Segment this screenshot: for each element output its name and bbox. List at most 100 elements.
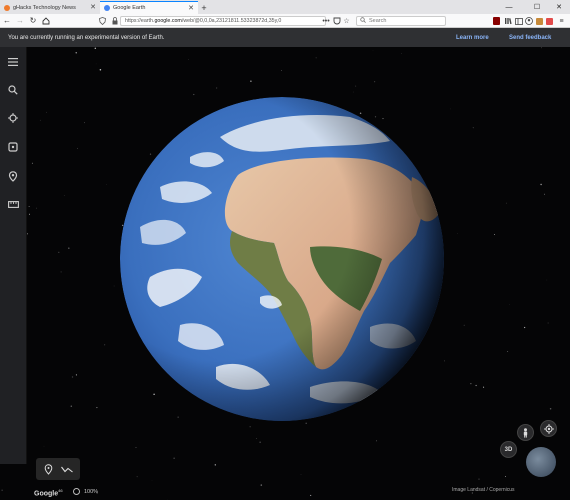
star	[374, 116, 377, 118]
star	[475, 384, 477, 387]
back-arrow-icon[interactable]: ←	[1, 15, 13, 27]
compass-globe-icon[interactable]	[526, 447, 556, 477]
account-icon[interactable]	[524, 16, 533, 26]
star	[523, 326, 526, 329]
close-window-button[interactable]: ✕	[548, 0, 570, 14]
star	[77, 147, 78, 149]
star	[359, 112, 362, 115]
tab-bar: gHacks Technology News ✕ Google Earth ✕ …	[0, 0, 570, 14]
hamburger-menu-icon[interactable]: ≡	[557, 16, 566, 26]
location-pin-icon[interactable]	[42, 463, 54, 475]
star	[315, 57, 317, 59]
bookmark-star-icon[interactable]: ☆	[342, 16, 351, 26]
star	[75, 374, 77, 376]
star	[135, 447, 137, 448]
star	[31, 162, 33, 164]
forward-arrow-icon[interactable]: →	[14, 15, 26, 27]
search-placeholder: Search	[369, 18, 387, 24]
star	[96, 407, 98, 409]
star	[249, 426, 251, 428]
star	[63, 195, 65, 196]
star	[300, 473, 302, 475]
star	[95, 63, 97, 65]
library-icon[interactable]	[503, 16, 512, 26]
left-toolbar	[0, 47, 27, 464]
ghacks-favicon-icon	[4, 4, 10, 11]
star	[75, 52, 77, 54]
star	[457, 233, 458, 234]
star	[71, 376, 74, 378]
star	[70, 405, 73, 408]
search-input[interactable]: Search	[356, 16, 446, 26]
star	[507, 350, 509, 352]
star	[46, 111, 47, 113]
send-feedback-link[interactable]: Send feedback	[509, 35, 551, 41]
star	[281, 70, 282, 71]
new-tab-button[interactable]: +	[198, 1, 210, 14]
search-icon	[360, 17, 366, 25]
maximize-button[interactable]: ☐	[526, 0, 548, 14]
star	[505, 475, 506, 477]
google-logo-text: Google	[34, 490, 59, 498]
voyager-icon[interactable]	[5, 110, 21, 126]
star	[136, 476, 138, 478]
star	[541, 47, 542, 49]
container-extension-icon[interactable]	[535, 16, 544, 26]
star	[259, 441, 261, 443]
star	[547, 322, 549, 324]
star	[444, 360, 445, 362]
star	[549, 408, 552, 410]
url-domain: google.com	[154, 18, 182, 24]
sidebar-icon[interactable]	[514, 16, 523, 26]
star	[305, 422, 307, 425]
pocket-icon[interactable]	[332, 16, 341, 26]
menu-icon[interactable]	[5, 54, 21, 70]
url-bar[interactable]: https://earth. google.com/web/@0,0,0a,231…	[120, 16, 326, 26]
shield-icon[interactable]	[98, 16, 107, 26]
reload-icon[interactable]: ↻	[27, 15, 39, 27]
star	[36, 207, 37, 209]
star	[478, 478, 480, 480]
star	[260, 484, 263, 486]
toggle-3d-button[interactable]: 3D	[500, 441, 517, 458]
home-icon[interactable]	[40, 15, 52, 27]
star	[382, 118, 384, 120]
earth-globe[interactable]	[120, 97, 444, 421]
star	[149, 153, 152, 155]
extension-icon[interactable]	[545, 16, 554, 26]
tab-google-earth[interactable]: Google Earth ✕	[100, 1, 198, 14]
tab-ghacks-label: gHacks Technology News	[13, 4, 76, 11]
imagery-attribution: Image Landsat / Copernicus	[452, 487, 515, 493]
star	[104, 344, 106, 346]
close-tab-icon[interactable]: ✕	[188, 5, 194, 12]
star	[376, 440, 377, 442]
feeling-lucky-icon[interactable]	[5, 139, 21, 155]
google-earth-favicon-icon	[104, 5, 110, 11]
lock-icon[interactable]	[110, 16, 119, 26]
close-tab-icon[interactable]: ✕	[90, 4, 96, 11]
star	[68, 247, 70, 249]
star	[153, 393, 155, 396]
tab-google-earth-label: Google Earth	[113, 5, 146, 11]
page-actions-button[interactable]: •••	[320, 16, 332, 26]
star	[173, 457, 175, 459]
star	[540, 183, 542, 186]
minimize-button[interactable]: —	[498, 0, 520, 14]
search-icon[interactable]	[5, 82, 21, 98]
star	[43, 445, 45, 447]
my-location-icon[interactable]	[540, 420, 557, 437]
star	[29, 213, 30, 215]
star	[60, 271, 62, 273]
ublock-extension-icon[interactable]	[492, 16, 501, 26]
projects-icon[interactable]	[5, 168, 21, 184]
star	[94, 47, 97, 49]
experimental-banner: You are currently running an experimenta…	[0, 28, 570, 47]
measure-distance-icon[interactable]	[60, 464, 74, 474]
star	[450, 108, 451, 110]
learn-more-link[interactable]: Learn more	[456, 35, 489, 41]
tab-ghacks[interactable]: gHacks Technology News ✕	[0, 1, 100, 14]
star	[544, 193, 545, 195]
pegman-icon[interactable]	[517, 424, 534, 441]
url-path: /web/@0,0,0a,23121811.53323872d,35y,0	[181, 18, 282, 24]
measure-icon[interactable]	[5, 196, 21, 212]
